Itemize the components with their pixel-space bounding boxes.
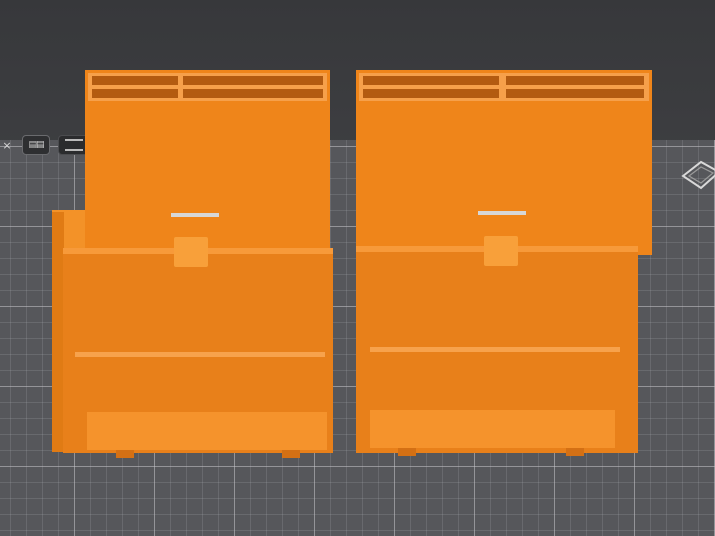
model-part-right[interactable] [356,70,652,456]
model-objects [52,70,652,458]
model-part-left[interactable] [52,70,333,458]
3d-viewport[interactable]: × ▤▤ [0,0,715,536]
